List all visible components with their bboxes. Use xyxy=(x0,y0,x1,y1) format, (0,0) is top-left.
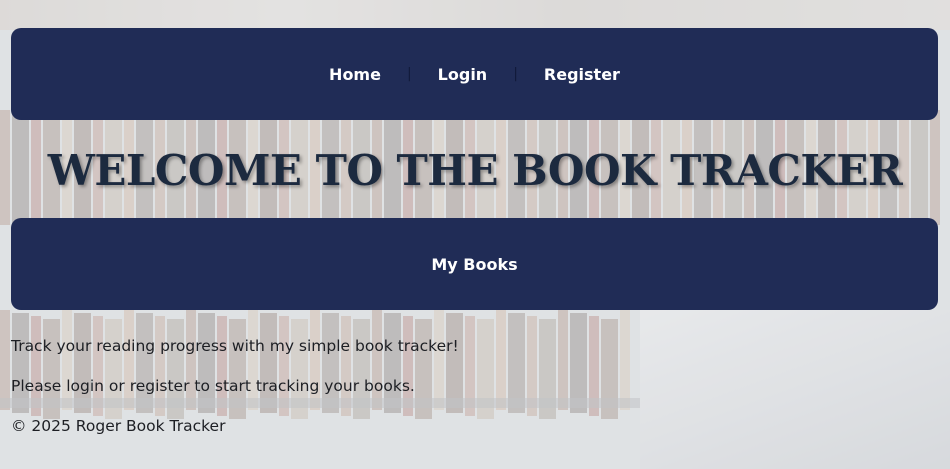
intro-text: Track your reading progress with my simp… xyxy=(11,337,459,355)
my-books-link[interactable]: My Books xyxy=(431,255,517,274)
nav-link-home[interactable]: Home xyxy=(303,65,407,84)
top-navigation-bar: Home | Login | Register xyxy=(11,28,938,120)
nav-link-login[interactable]: Login xyxy=(412,65,514,84)
my-books-panel: My Books xyxy=(11,218,938,310)
footer-copyright: © 2025 Roger Book Tracker xyxy=(11,417,226,435)
page-title: WELCOME TO THE BOOK TRACKER xyxy=(47,146,903,195)
login-prompt-text: Please login or register to start tracki… xyxy=(11,377,415,395)
nav-link-register[interactable]: Register xyxy=(518,65,646,84)
